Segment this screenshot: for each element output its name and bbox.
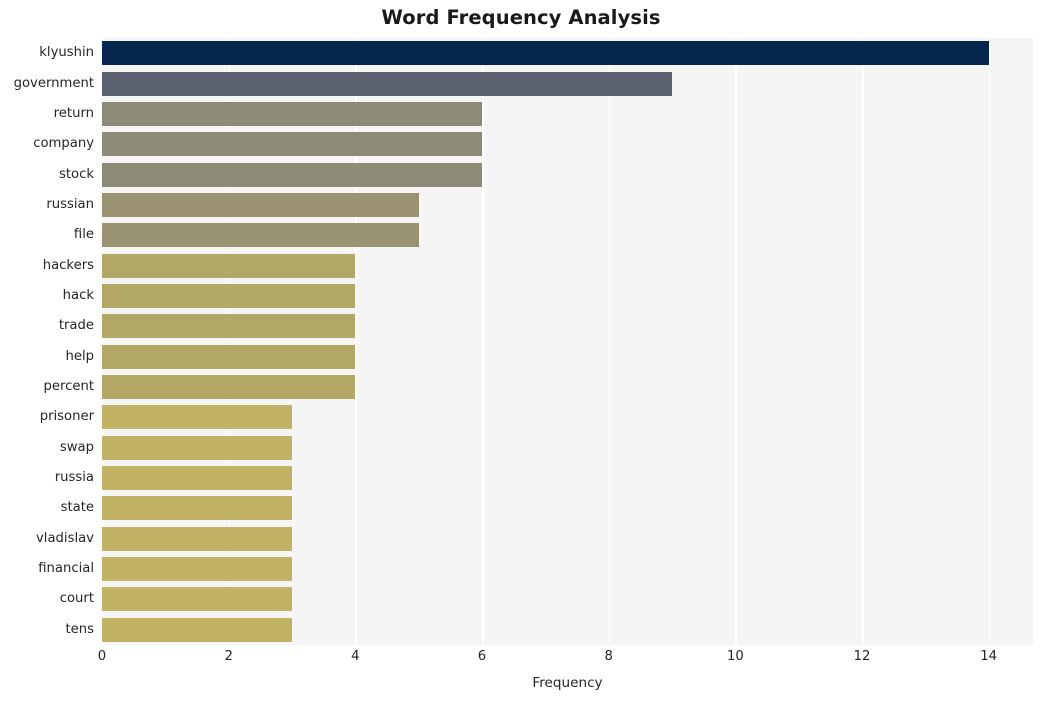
bar-russian[interactable] bbox=[102, 192, 419, 217]
y-label-trade: trade bbox=[58, 318, 94, 334]
bars-layer bbox=[102, 38, 1033, 645]
y-label-russian: russian bbox=[46, 196, 94, 212]
y-label-government: government bbox=[13, 75, 94, 91]
x-tick-14: 14 bbox=[980, 649, 998, 664]
bar-prisoner[interactable] bbox=[102, 405, 292, 430]
y-label-financial: financial bbox=[38, 561, 94, 577]
bar-tens[interactable] bbox=[102, 617, 292, 642]
y-label-russia: russia bbox=[54, 470, 94, 486]
x-axis-title: Frequency bbox=[532, 675, 603, 691]
y-label-company: company bbox=[33, 136, 94, 152]
bar-trade[interactable] bbox=[102, 314, 356, 339]
bar-percent[interactable] bbox=[102, 375, 356, 400]
bar-vladislav[interactable] bbox=[102, 526, 292, 551]
x-tick-6: 6 bbox=[477, 649, 487, 664]
x-tick-0: 0 bbox=[97, 649, 107, 664]
bar-court[interactable] bbox=[102, 587, 292, 612]
word-frequency-bar-chart: Word Frequency Analysis klyushin governme… bbox=[0, 0, 1042, 701]
y-label-klyushin: klyushin bbox=[39, 45, 94, 61]
x-tick-8: 8 bbox=[604, 649, 613, 664]
bar-financial[interactable] bbox=[102, 557, 292, 582]
y-label-hackers: hackers bbox=[42, 257, 94, 273]
y-label-prisoner: prisoner bbox=[39, 409, 94, 425]
bar-hackers[interactable] bbox=[102, 253, 356, 278]
bar-help[interactable] bbox=[102, 344, 356, 369]
y-label-percent: percent bbox=[43, 379, 94, 395]
chart-title: Word Frequency Analysis bbox=[381, 6, 661, 29]
bar-government[interactable] bbox=[102, 71, 672, 96]
x-tick-2: 2 bbox=[224, 649, 233, 664]
y-label-hack: hack bbox=[62, 287, 94, 303]
y-label-swap: swap bbox=[59, 439, 94, 455]
plot-area bbox=[102, 38, 1033, 645]
bar-state[interactable] bbox=[102, 496, 292, 521]
y-axis-category-labels: klyushin government return company stock russ… bbox=[0, 38, 94, 645]
y-label-return: return bbox=[53, 105, 94, 121]
bar-company[interactable] bbox=[102, 132, 482, 157]
bar-swap[interactable] bbox=[102, 435, 292, 460]
x-axis-tick-labels: 0 2 4 6 8 10 12 14 bbox=[98, 648, 1033, 670]
bar-klyushin[interactable] bbox=[102, 41, 989, 66]
x-tick-12: 12 bbox=[853, 649, 871, 664]
y-label-court: court bbox=[59, 591, 94, 607]
y-label-file: file bbox=[73, 227, 94, 243]
y-label-help: help bbox=[65, 348, 94, 364]
bar-stock[interactable] bbox=[102, 162, 482, 187]
y-label-state: state bbox=[60, 500, 94, 516]
y-label-stock: stock bbox=[59, 166, 94, 182]
bar-russia[interactable] bbox=[102, 466, 292, 491]
x-tick-4: 4 bbox=[351, 649, 360, 664]
bar-file[interactable] bbox=[102, 223, 419, 248]
y-label-tens: tens bbox=[65, 621, 94, 637]
y-label-vladislav: vladislav bbox=[35, 530, 94, 546]
x-tick-10: 10 bbox=[726, 649, 744, 664]
bar-return[interactable] bbox=[102, 101, 482, 126]
bar-hack[interactable] bbox=[102, 283, 356, 308]
